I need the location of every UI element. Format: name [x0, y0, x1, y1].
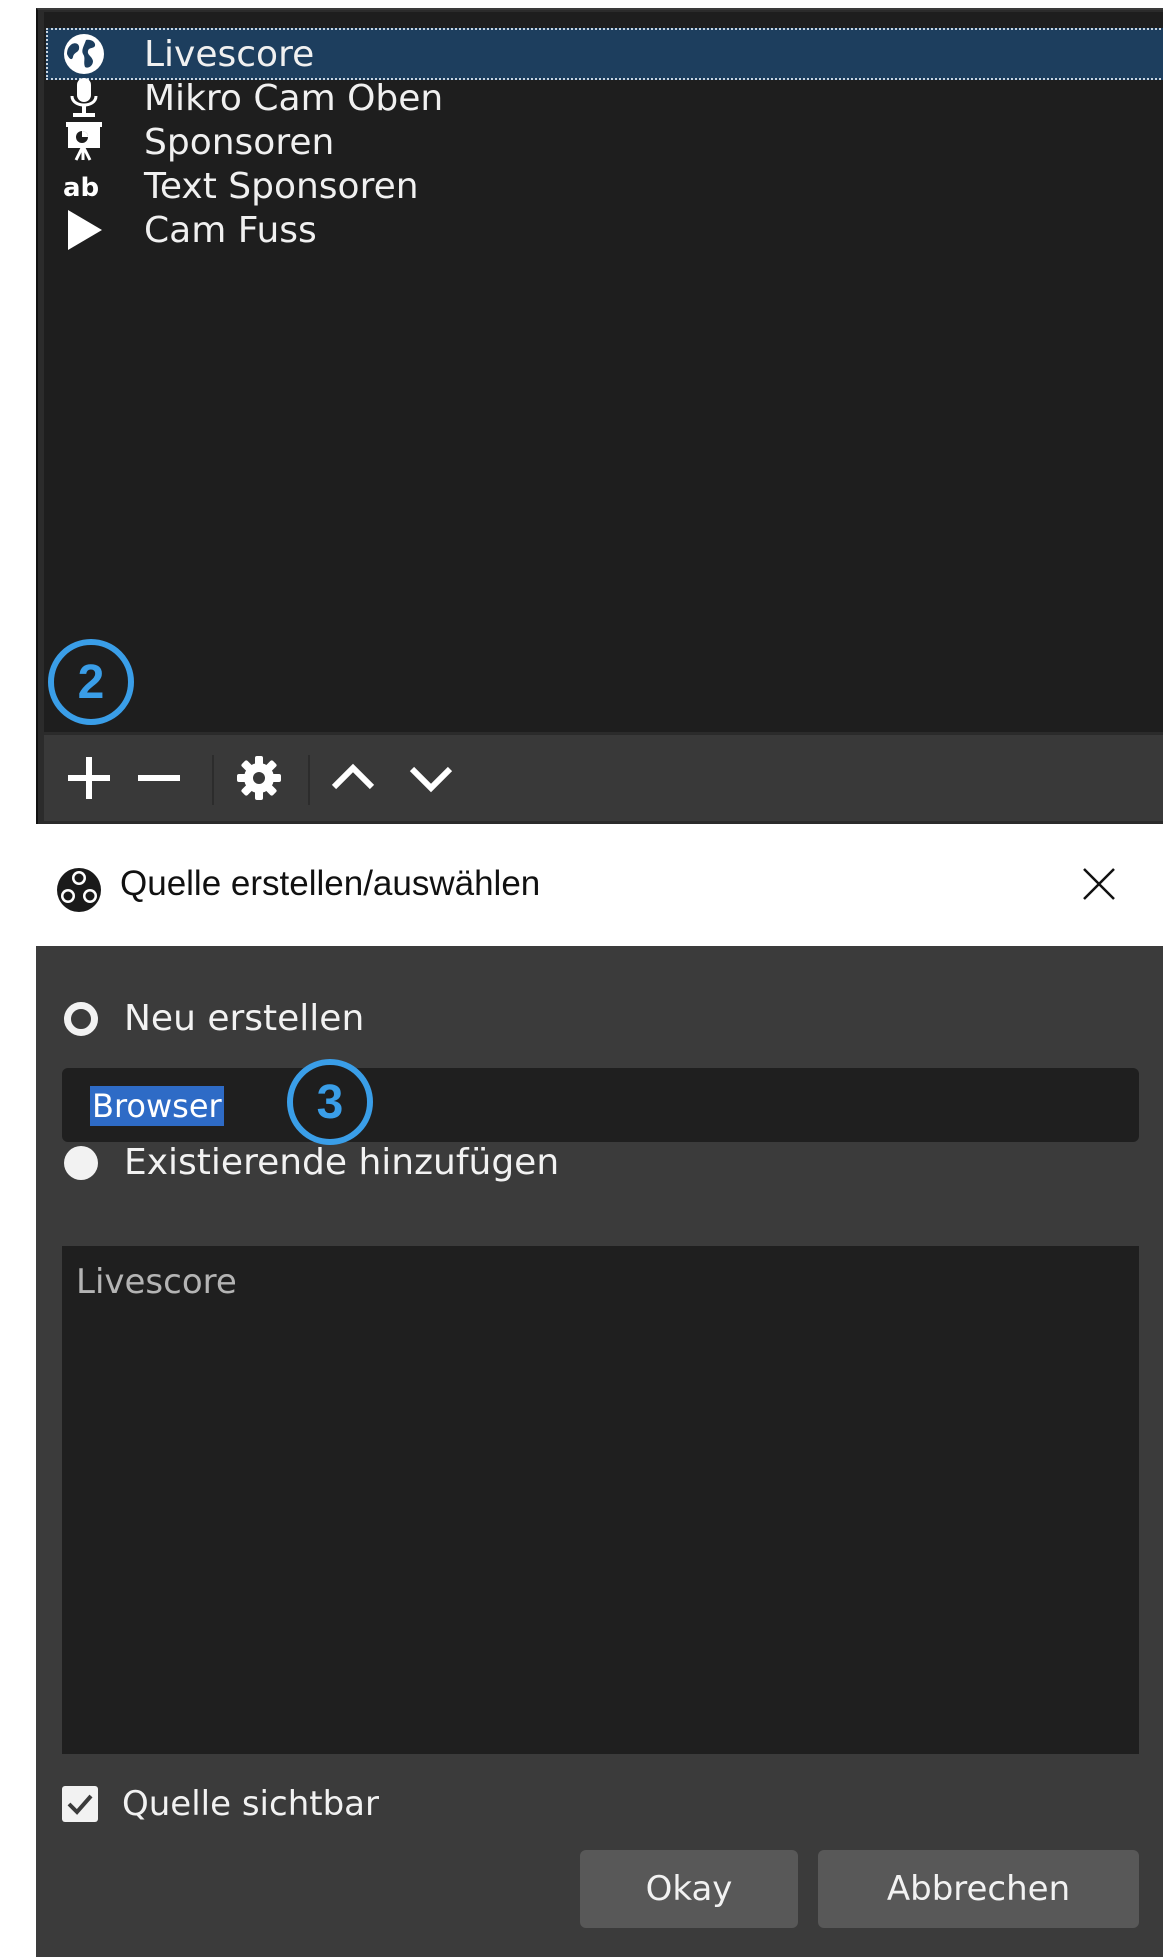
- dialog-titlebar: Quelle erstellen/auswählen: [36, 824, 1163, 946]
- close-icon: [1083, 868, 1115, 900]
- presentation-board-icon: [60, 118, 108, 166]
- source-item-label: Cam Fuss: [144, 209, 317, 251]
- gear-icon: [237, 756, 281, 800]
- list-item[interactable]: Livescore: [76, 1262, 237, 1302]
- sources-list[interactable]: Livescore Mikro Cam Oben Sponsoren ab Te…: [44, 12, 1163, 732]
- close-button[interactable]: [1075, 860, 1123, 908]
- minus-icon: [138, 775, 180, 781]
- checkmark-icon: [67, 1794, 93, 1815]
- add-existing-radio[interactable]: [64, 1145, 98, 1180]
- move-source-up-button[interactable]: [320, 745, 386, 811]
- okay-button[interactable]: Okay: [580, 1850, 798, 1928]
- source-item-label: Text Sponsoren: [144, 165, 419, 207]
- source-name-value: Browser: [90, 1086, 224, 1126]
- source-item-cam-fuss[interactable]: Cam Fuss: [46, 204, 1163, 256]
- text-ab-icon: ab: [60, 162, 108, 210]
- add-existing-option[interactable]: Existierende hinzufügen: [64, 1142, 559, 1183]
- source-visible-option[interactable]: Quelle sichtbar: [62, 1784, 379, 1824]
- source-visible-checkbox[interactable]: [62, 1786, 98, 1822]
- create-new-label: Neu erstellen: [124, 998, 365, 1039]
- existing-sources-list[interactable]: Livescore: [62, 1246, 1139, 1754]
- remove-source-button[interactable]: [126, 745, 192, 811]
- chevron-up-icon: [331, 763, 375, 790]
- source-visible-label: Quelle sichtbar: [122, 1784, 379, 1824]
- source-name-input[interactable]: Browser: [62, 1068, 1139, 1142]
- toolbar-divider: [308, 755, 310, 805]
- dialog-body: Neu erstellen Browser Existierende hinzu…: [36, 946, 1163, 1957]
- add-source-button[interactable]: [56, 745, 122, 811]
- toolbar-divider: [212, 755, 214, 805]
- play-icon: [60, 206, 108, 254]
- add-existing-label: Existierende hinzufügen: [124, 1142, 560, 1183]
- dialog-title: Quelle erstellen/auswählen: [120, 864, 541, 903]
- chevron-down-icon: [409, 766, 453, 793]
- microphone-icon: [60, 74, 108, 122]
- source-item-label: Sponsoren: [144, 121, 335, 163]
- source-item-label: Mikro Cam Oben: [144, 77, 444, 119]
- source-properties-button[interactable]: [226, 745, 292, 811]
- step-3-annotation: 3: [287, 1059, 373, 1145]
- step-2-annotation: 2: [48, 639, 134, 725]
- plus-icon: [68, 757, 110, 799]
- create-new-option[interactable]: Neu erstellen: [64, 998, 364, 1039]
- obs-logo-icon: [56, 867, 102, 917]
- sources-panel: Livescore Mikro Cam Oben Sponsoren ab Te…: [36, 8, 1163, 824]
- source-item-label: Livescore: [144, 33, 315, 75]
- move-source-down-button[interactable]: [398, 745, 464, 811]
- svg-text:ab: ab: [63, 173, 99, 203]
- sources-toolbar: [44, 734, 1163, 821]
- globe-icon: [60, 30, 108, 78]
- cancel-button[interactable]: Abbrechen: [818, 1850, 1139, 1928]
- create-new-radio[interactable]: [64, 1001, 98, 1036]
